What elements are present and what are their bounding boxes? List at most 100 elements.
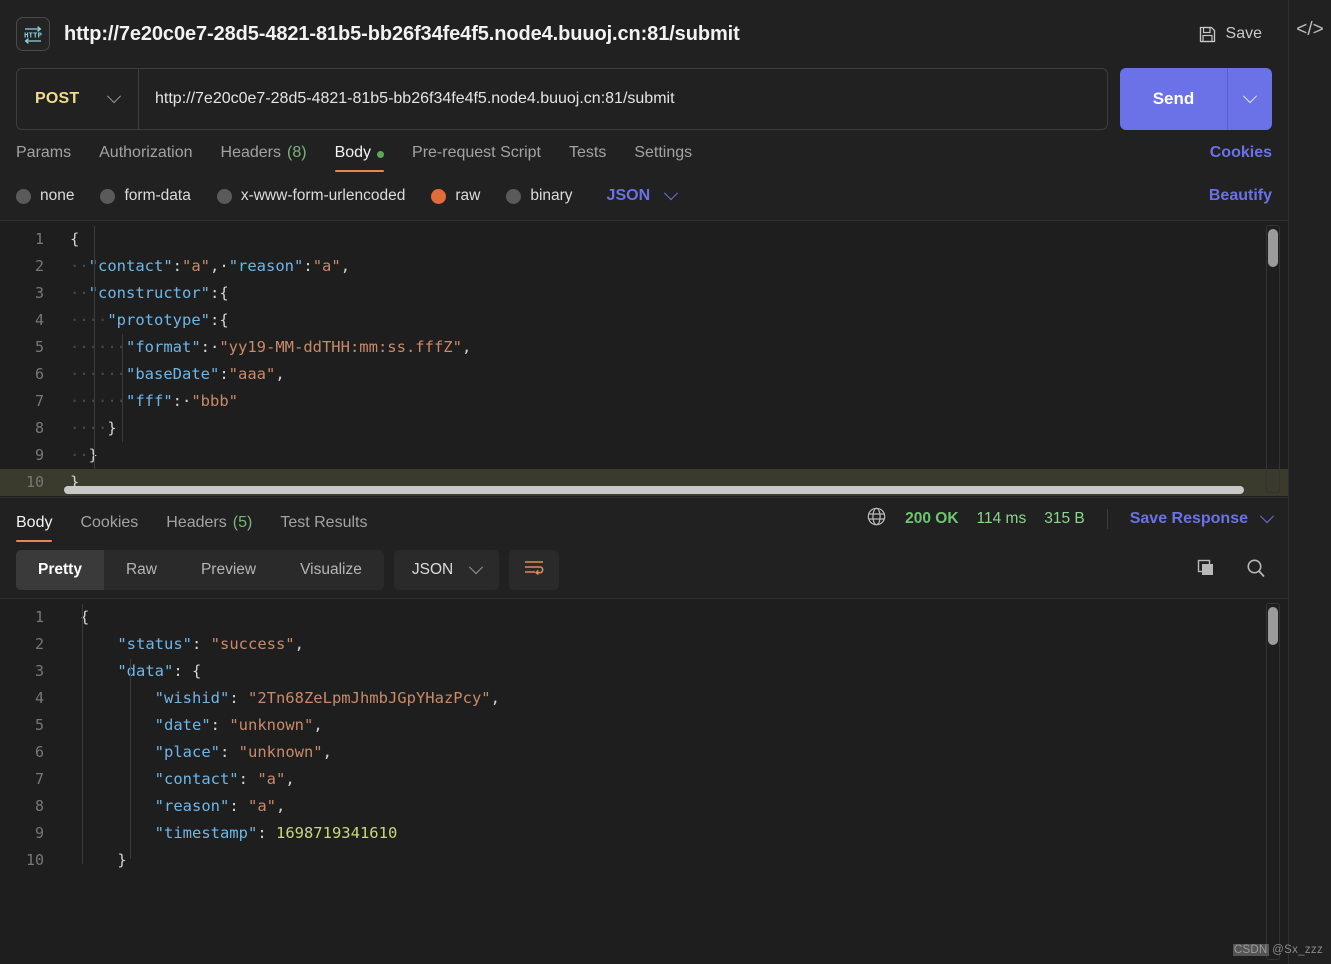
response-tab-test-results[interactable]: Test Results: [266, 514, 381, 542]
body-type-x-www-form-urlencoded[interactable]: x-www-form-urlencoded: [216, 187, 406, 205]
code-text: ····"prototype":{: [58, 307, 229, 334]
code-line[interactable]: 1{: [0, 604, 1288, 631]
line-number: 8: [34, 419, 44, 437]
code-text: "date": "unknown",: [58, 712, 323, 739]
body-type-raw[interactable]: raw: [431, 187, 480, 205]
code-line[interactable]: 3 ··"constructor":{: [0, 280, 1288, 307]
response-format-label: JSON: [411, 561, 454, 578]
code-token: "yy19-MM-ddTHH:mm:ss.fffZ": [219, 338, 462, 356]
beautify-button[interactable]: Beautify: [1209, 187, 1272, 205]
horizontal-scrollbar-thumb[interactable]: [64, 486, 1244, 494]
line-number: 9: [34, 824, 44, 842]
code-line[interactable]: 9 ··}: [0, 442, 1288, 469]
code-token: ····: [70, 311, 108, 329]
url-input[interactable]: [139, 69, 1107, 129]
response-tab-headers[interactable]: Headers (5): [152, 514, 266, 542]
code-text: "reason": "a",: [58, 793, 286, 820]
method-selector[interactable]: POST: [17, 69, 139, 129]
response-header: Body Cookies Headers (5) Test Results 20…: [0, 498, 1288, 542]
http-protocol-icon: HTTP: [16, 17, 50, 51]
line-number: 6: [34, 365, 44, 383]
code-line[interactable]: 8 "reason": "a",: [0, 793, 1288, 820]
code-line[interactable]: 2 ··"contact":"a",·"reason":"a",: [0, 253, 1288, 280]
body-type-form-data[interactable]: form-data: [100, 187, 191, 205]
body-type-none[interactable]: none: [16, 187, 74, 205]
code-line[interactable]: 6 ······"baseDate":"aaa",: [0, 361, 1288, 388]
raw-format-selector[interactable]: JSON: [607, 186, 679, 205]
response-format-selector[interactable]: JSON: [393, 550, 500, 590]
tab-settings[interactable]: Settings: [620, 144, 706, 172]
search-button[interactable]: [1240, 554, 1272, 586]
code-line[interactable]: 10 }: [0, 847, 1288, 874]
code-token: "2Tn68ZeLpmJhmbJGpYHazPcy": [247, 689, 491, 707]
send-button[interactable]: Send: [1120, 68, 1227, 130]
save-button[interactable]: Save: [1190, 20, 1270, 49]
response-tab-body[interactable]: Body: [16, 514, 66, 542]
code-token: ,·: [210, 257, 229, 275]
body-type-label: binary: [530, 187, 573, 204]
line-number: 5: [34, 716, 44, 734]
tab-label: Tests: [568, 144, 607, 161]
response-tab-cookies[interactable]: Cookies: [66, 514, 152, 542]
tab-params[interactable]: Params: [16, 144, 85, 172]
copy-button[interactable]: [1190, 554, 1222, 586]
tab-tests[interactable]: Tests: [555, 144, 620, 172]
view-raw[interactable]: Raw: [104, 550, 179, 590]
code-line[interactable]: 9 "timestamp": 1698719341610: [0, 820, 1288, 847]
code-line[interactable]: 6 "place": "unknown",: [0, 739, 1288, 766]
code-token: ,: [461, 338, 472, 356]
url-box: POST: [16, 68, 1108, 130]
code-line[interactable]: 2 "status": "success",: [0, 631, 1288, 658]
line-number: 1: [34, 608, 44, 626]
code-snippet-icon[interactable]: </>: [1296, 20, 1323, 39]
cookies-link[interactable]: Cookies: [1210, 144, 1272, 172]
vertical-scrollbar[interactable]: [1268, 607, 1278, 857]
save-response-button[interactable]: Save Response: [1130, 509, 1275, 528]
response-body-editor[interactable]: 1{2 "status": "success", 3 "data": {4 "wi…: [0, 598, 1288, 964]
response-code-lines: 1{2 "status": "success", 3 "data": {4 "wi…: [0, 599, 1288, 874]
code-line[interactable]: 8 ····}: [0, 415, 1288, 442]
code-token: :·: [200, 338, 220, 356]
code-line[interactable]: 1{: [0, 226, 1288, 253]
code-line[interactable]: 5 "date": "unknown",: [0, 712, 1288, 739]
radio-selected-icon: [431, 188, 447, 204]
code-token: "unknown": [229, 716, 314, 734]
copy-icon: [1195, 557, 1217, 584]
code-token: :: [219, 743, 239, 761]
response-toolbar: Pretty Raw Preview Visualize JSON: [0, 542, 1288, 598]
vertical-scrollbar[interactable]: [1268, 229, 1278, 481]
tab-label: Params: [16, 144, 72, 161]
tab-body[interactable]: Body: [321, 144, 398, 172]
body-type-binary[interactable]: binary: [506, 187, 573, 205]
code-text: "wishid": "2Tn68ZeLpmJhmbJGpYHazPcy",: [58, 685, 500, 712]
code-token: 1698719341610: [275, 824, 398, 842]
code-line[interactable]: 4 ····"prototype":{: [0, 307, 1288, 334]
word-wrap-button[interactable]: [509, 550, 560, 590]
vertical-scrollbar-thumb[interactable]: [1268, 607, 1278, 645]
view-preview[interactable]: Preview: [179, 550, 278, 590]
code-token: "format": [126, 338, 201, 356]
code-token: :{: [210, 284, 229, 302]
code-token: "a": [257, 770, 286, 788]
code-token: "success": [210, 635, 295, 653]
code-line[interactable]: 4 "wishid": "2Tn68ZeLpmJhmbJGpYHazPcy",: [0, 685, 1288, 712]
code-line[interactable]: 7 "contact": "a",: [0, 766, 1288, 793]
view-visualize[interactable]: Visualize: [278, 550, 384, 590]
send-options-button[interactable]: [1227, 68, 1272, 130]
code-line[interactable]: 5 ······"format":·"yy19-MM-ddTHH:mm:ss.ff…: [0, 334, 1288, 361]
horizontal-scrollbar[interactable]: [64, 486, 1258, 494]
tab-authorization[interactable]: Authorization: [85, 144, 206, 172]
code-line[interactable]: 3 "data": {: [0, 658, 1288, 685]
request-body-editor[interactable]: 1{2 ··"contact":"a",·"reason":"a", 3 ··"con…: [0, 220, 1288, 498]
code-text: }: [58, 847, 126, 874]
tab-pre-request-script[interactable]: Pre-request Script: [398, 144, 555, 172]
view-pretty[interactable]: Pretty: [16, 550, 104, 590]
body-type-label: x-www-form-urlencoded: [240, 187, 406, 204]
code-line[interactable]: 7 ······"fff":·"bbb": [0, 388, 1288, 415]
line-number: 10: [25, 851, 44, 869]
code-token: :: [303, 257, 313, 275]
tab-headers[interactable]: Headers (8): [207, 144, 321, 172]
vertical-scrollbar-thumb[interactable]: [1268, 229, 1278, 267]
